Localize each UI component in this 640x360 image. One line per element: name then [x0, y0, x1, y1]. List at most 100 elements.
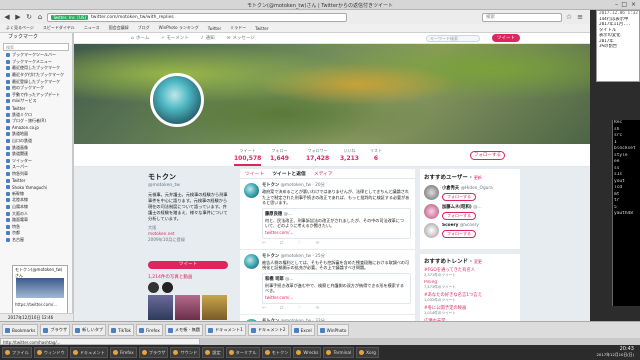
follow-user-button[interactable]: フォローする: [442, 212, 476, 220]
maximize-icon[interactable]: □: [621, 1, 627, 8]
taskbar-bottom-item[interactable]: サウンド: [170, 347, 201, 358]
tweet-button[interactable]: ツイート: [492, 34, 520, 42]
tweet-author[interactable]: モトクン: [262, 183, 279, 188]
sidebar-item[interactable]: 鉄道地図: [0, 131, 72, 138]
sidebar-item[interactable]: Amazon.co.jp: [0, 125, 72, 132]
nav-home[interactable]: ⌂ ホーム: [131, 35, 149, 42]
sidebar-item[interactable]: 路面電車: [0, 217, 72, 224]
taskbar-top-item[interactable]: Firefox: [135, 324, 163, 336]
bookmark-item[interactable]: ブログ: [138, 25, 150, 31]
trend-item[interactable]: #FGOを通ってきた有名人 2,371件のツイート: [420, 266, 520, 279]
user-name[interactable]: 小倉秀夫 @Hideo_Ogura: [442, 185, 520, 191]
suggested-user[interactable]: 小倉秀夫 @Hideo_Ogura フォローする: [420, 183, 520, 202]
browser-search-input[interactable]: 検索: [482, 12, 562, 22]
forward-icon[interactable]: ▶: [14, 13, 22, 21]
taskbar-top-item[interactable]: ドキュメント1: [204, 324, 246, 336]
tweet-avatar[interactable]: [244, 253, 259, 269]
suggested-user[interactable]: Scoery @Scoery フォローする: [420, 221, 520, 240]
taskbar-top-item[interactable]: ブラウザ: [40, 324, 71, 336]
bookmark-item[interactable]: よく見るページ: [6, 25, 34, 31]
tweet-item[interactable]: モトクン @motoken_tw · 20分 政府案で決めることが悪いわけではあり…: [240, 179, 415, 250]
sidebar-item[interactable]: 大阪の人: [0, 210, 72, 217]
sidebar-item[interactable]: ブログ・旅行者(R): [0, 118, 72, 125]
stat-1[interactable]: フォロー 1,649: [270, 148, 289, 162]
info-window[interactable]: 2017.12.06 1:32 144行は表示中 2017年11月... タイトル 表示…: [596, 10, 640, 82]
gif-avatar[interactable]: [148, 282, 159, 293]
bookmark-item[interactable]: 国会会議録: [109, 25, 129, 31]
taskbar-bottom-item[interactable]: Firefox: [109, 347, 137, 358]
sidebar-item[interactable]: 他のブックマーク: [0, 85, 72, 92]
user-name[interactable]: 加藤ムネ(昭和) @...: [442, 204, 520, 210]
timeline-tab[interactable]: ツイート: [245, 170, 264, 177]
menu-icon[interactable]: ≡: [576, 13, 584, 21]
quoted-tweet[interactable]: 和橋 司郎 @... 刑事手続き改革が進む中で、検察と弁護側の双方が納得できる形を…: [262, 272, 411, 304]
sidebar-item[interactable]: Shoko Yamaguchi: [0, 184, 72, 191]
tweet-avatar[interactable]: [244, 183, 259, 198]
stat-3[interactable]: いいね 3,213: [340, 148, 359, 162]
sidebar-item[interactable]: 新幹線: [0, 190, 72, 197]
taskbar-bottom-item[interactable]: Terminal: [323, 347, 355, 358]
taskbar-top-item[interactable]: メモ帳 - 無題: [164, 324, 203, 336]
nav-notifications[interactable]: ♪ 通知: [201, 35, 215, 42]
taskbar-bottom-item[interactable]: ファイル: [2, 347, 32, 358]
reply-icon[interactable]: ↩: [262, 241, 266, 246]
sidebar-item[interactable]: mixiサービス: [0, 98, 72, 105]
sidebar-item[interactable]: 特急列車: [0, 171, 72, 178]
taskbar-bottom-item[interactable]: Xorg: [356, 347, 379, 358]
taskbar-bottom-item[interactable]: ドキュメント: [69, 347, 108, 358]
nav-moments[interactable]: ⚡ モーメント: [161, 35, 189, 42]
user-avatar[interactable]: [424, 185, 439, 200]
bookmark-star-icon[interactable]: ☆: [565, 13, 573, 21]
tweet-to-button[interactable]: ツイート: [148, 261, 228, 269]
sidebar-item[interactable]: 京都: [0, 230, 72, 237]
close-icon[interactable]: ×: [631, 1, 636, 8]
gif-avatar[interactable]: [162, 282, 173, 293]
back-icon[interactable]: ◀: [3, 13, 11, 21]
taskbar-top-item[interactable]: 新しいタブ: [72, 324, 107, 336]
trend-item[interactable]: Pining 7,473件のツイート: [420, 279, 520, 291]
sidebar-item[interactable]: 鉄道ミクロ: [0, 111, 72, 118]
taskbar-bottom-item[interactable]: ブラウザ: [138, 347, 169, 358]
taskbar-bottom-item[interactable]: ウィンドウ: [33, 347, 68, 358]
sidebar-item[interactable]: 最近登録したブックマーク: [0, 78, 72, 85]
nav-messages[interactable]: ✉ メッセージ: [227, 35, 255, 42]
sidebar-item[interactable]: 最近使用したブックマーク: [0, 65, 72, 72]
trend-item[interactable]: #冬に公開予定の映画 1,014件のツイート: [420, 304, 520, 317]
sidebar-item[interactable]: 最近タグ付けたブックマーク: [0, 72, 72, 79]
taskbar-bottom-item[interactable]: 設定: [202, 347, 224, 358]
quoted-link[interactable]: twitter.com/...: [265, 230, 408, 236]
stat-0[interactable]: ツイート 100,578: [234, 148, 262, 166]
sidebar-item[interactable]: 山口の鉄道: [0, 138, 72, 145]
suggested-user[interactable]: 加藤ムネ(昭和) @... フォローする: [420, 202, 520, 221]
bookmark-item[interactable]: WinPhoto ランキング: [159, 25, 199, 31]
taskbar-top-item[interactable]: ドキュメント2: [247, 324, 289, 336]
taskbar-top-item[interactable]: Bookmarks: [2, 324, 39, 336]
bookmark-item[interactable]: ニュース: [84, 25, 100, 31]
sidebar-item[interactable]: ツイッター: [0, 158, 72, 165]
sidebar-item[interactable]: ブックマークツールバー: [0, 52, 72, 59]
bookmark-item[interactable]: Twitter: [255, 26, 268, 31]
taskbar-top-item[interactable]: Excel: [290, 324, 315, 336]
bookmark-item[interactable]: スピードダイヤル: [43, 25, 75, 31]
media-thumb[interactable]: [175, 295, 200, 320]
taskbar-bottom-item[interactable]: Wrecks: [293, 347, 322, 358]
tweet-preview-window[interactable]: モトクン(@motoken_tw)さん https://twitter.com/…: [12, 265, 68, 315]
user-avatar[interactable]: [424, 223, 439, 238]
sidebar-item[interactable]: 山陽本線: [0, 204, 72, 211]
tweet-item[interactable]: モトクン @motoken_tw · 25分 被告人側の権利としては、そもそも控訴…: [240, 250, 415, 315]
twitter-search-input[interactable]: キーワード検索: [426, 34, 480, 42]
follow-user-button[interactable]: フォローする: [442, 230, 476, 238]
media-thumb[interactable]: [202, 295, 227, 320]
taskbar-bottom-item[interactable]: モトクン: [261, 347, 292, 358]
media-thumb[interactable]: [148, 295, 173, 320]
sidebar-item[interactable]: 特急: [0, 223, 72, 230]
sidebar-item[interactable]: Twitter: [0, 105, 72, 112]
sidebar-item[interactable]: 鉄道画像: [0, 144, 72, 151]
follow-button[interactable]: フォローする: [470, 151, 505, 160]
trend-item[interactable]: #あなたの好きな名言1つ言え 1,032件のツイート: [420, 291, 520, 304]
user-avatar[interactable]: [424, 204, 439, 219]
sidebar-item[interactable]: 名古屋: [0, 237, 72, 244]
stat-2[interactable]: フォロワー 17,428: [306, 148, 329, 162]
url-bar[interactable]: Twitter, Inc. [US] twitter.com/motoken_t…: [47, 12, 347, 22]
bookmark-item[interactable]: Twitter: [208, 26, 221, 31]
